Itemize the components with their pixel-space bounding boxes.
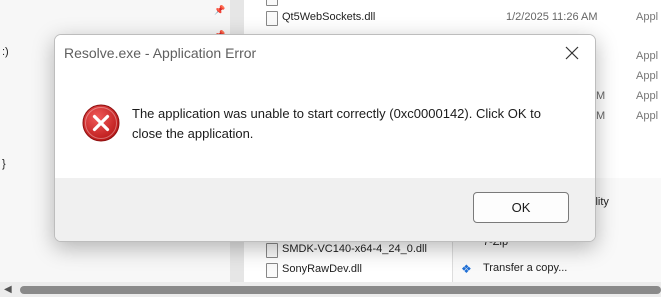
- error-dialog: Resolve.exe - Application Error The appl…: [54, 34, 596, 242]
- file-name: SMDK-VC140-x64-4_24_0.dll: [282, 243, 427, 255]
- dll-file-icon: [266, 263, 278, 278]
- file-type: Appl: [636, 11, 659, 23]
- title-bar[interactable]: Resolve.exe - Application Error: [55, 35, 595, 71]
- dialog-content: The application was unable to start corr…: [55, 71, 595, 178]
- error-message: The application was unable to start corr…: [132, 106, 541, 141]
- file-name: SonyRawDev.dll: [282, 263, 362, 275]
- ok-button[interactable]: OK: [473, 192, 569, 223]
- file-type: Appl: [636, 110, 659, 122]
- file-type: Appl: [636, 50, 659, 62]
- dialog-title: Resolve.exe - Application Error: [64, 45, 257, 61]
- file-date: M: [596, 110, 606, 122]
- nav-fragment: :): [2, 46, 9, 58]
- nav-fragment: }: [2, 158, 6, 170]
- pin-icon[interactable]: 📌: [214, 5, 225, 15]
- context-menu-item[interactable]: Transfer a copy...: [483, 262, 567, 274]
- file-type: Appl: [636, 70, 659, 82]
- file-date: 1/2/2025 11:26 AM: [506, 11, 598, 23]
- scrollbar-thumb[interactable]: [20, 286, 661, 294]
- close-icon: [565, 46, 579, 60]
- file-type: Appl: [636, 90, 659, 102]
- dropbox-icon: ❖: [461, 262, 472, 276]
- dialog-footer: OK: [55, 178, 595, 241]
- file-date: M: [596, 90, 606, 102]
- list-item[interactable]: [244, 0, 661, 8]
- horizontal-scrollbar[interactable]: ◀: [0, 282, 661, 297]
- dll-file-icon: [266, 11, 278, 26]
- scroll-left-icon[interactable]: ◀: [4, 284, 12, 295]
- error-icon: [82, 104, 120, 142]
- close-button[interactable]: [549, 35, 595, 71]
- list-item[interactable]: Qt5WebSockets.dll 1/2/2025 11:26 AM Appl: [244, 8, 661, 28]
- file-name: Qt5WebSockets.dll: [282, 11, 376, 23]
- dll-file-icon: [266, 0, 278, 6]
- dll-file-icon: [266, 243, 278, 258]
